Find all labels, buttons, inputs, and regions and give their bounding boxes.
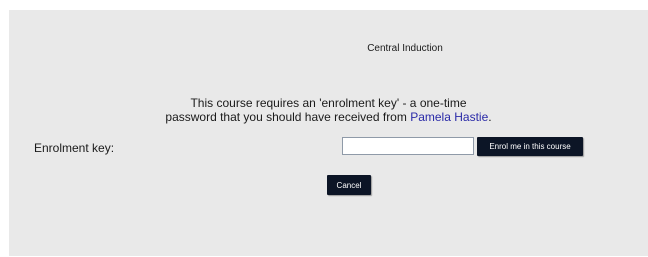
enrolment-key-input[interactable] bbox=[342, 137, 474, 155]
enrolment-panel: Central Induction This course requires a… bbox=[9, 10, 648, 256]
message-line-1: This course requires an 'enrolment key' … bbox=[190, 96, 467, 110]
cancel-button[interactable]: Cancel bbox=[327, 175, 371, 195]
message-line-2: password that you should have received f… bbox=[9, 110, 648, 124]
enrolment-key-label: Enrolment key: bbox=[34, 141, 115, 155]
enrolment-message: This course requires an 'enrolment key' … bbox=[9, 96, 648, 124]
message-line-2-suffix: . bbox=[488, 110, 492, 124]
course-title: Central Induction bbox=[367, 43, 443, 54]
enrol-button[interactable]: Enrol me in this course bbox=[477, 137, 583, 156]
teacher-name-link[interactable]: Pamela Hastie bbox=[410, 110, 488, 124]
message-line-2-prefix: password that you should have received f… bbox=[165, 110, 411, 124]
